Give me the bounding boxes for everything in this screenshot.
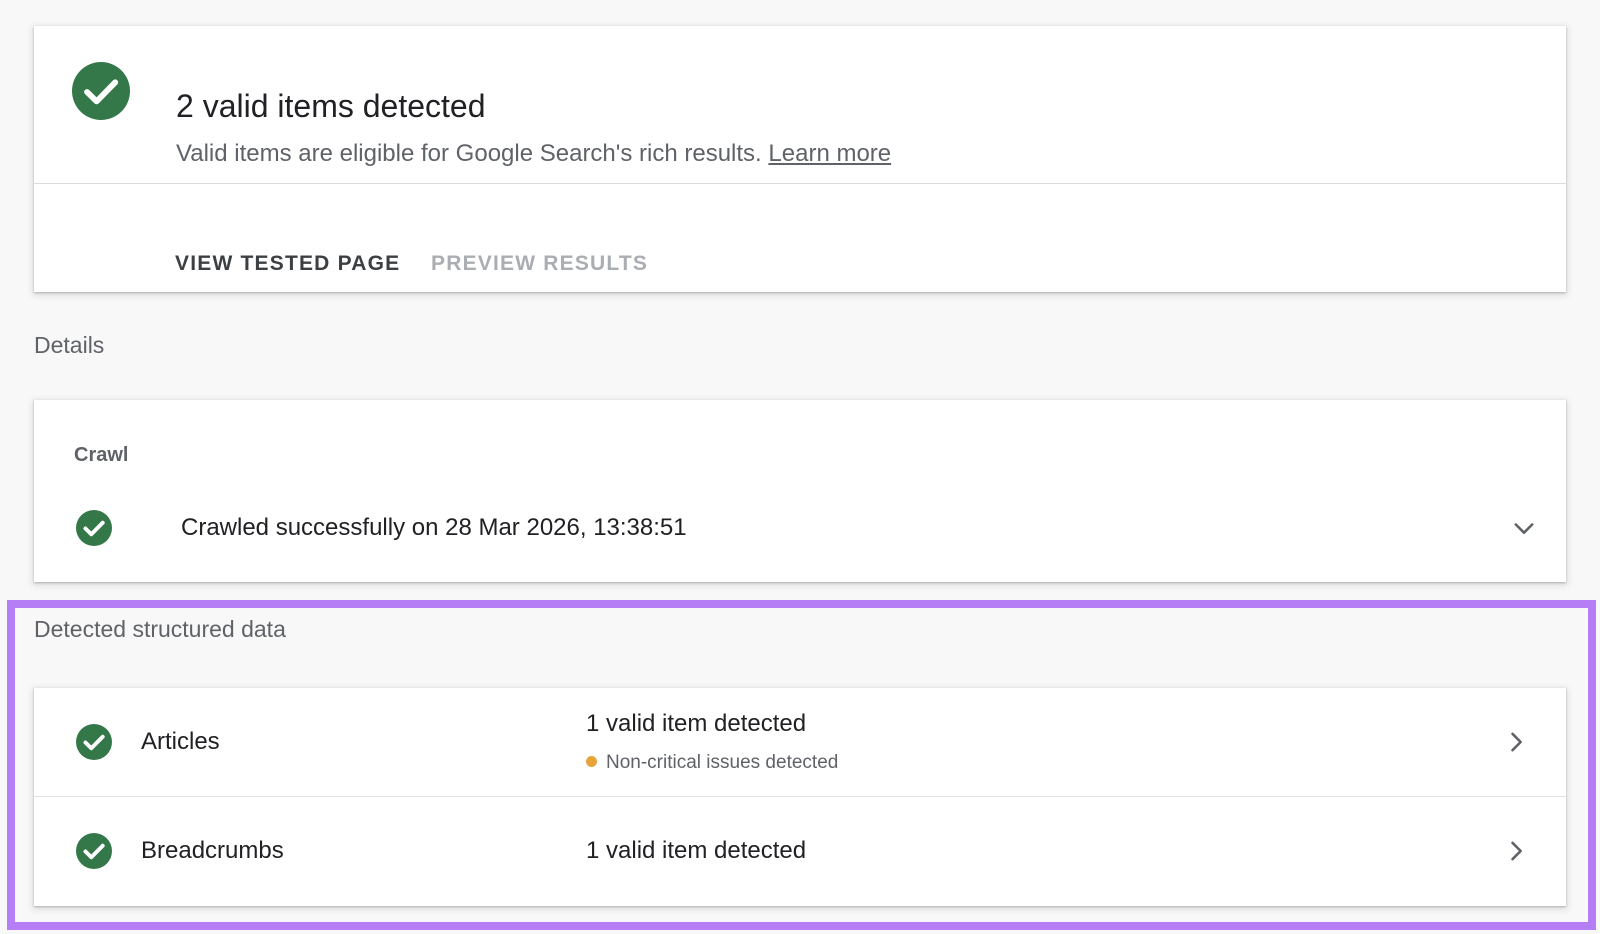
valid-item-count: 1 valid item detected <box>586 837 807 864</box>
crawl-card: Crawl Crawled successfully on 28 Mar 202… <box>34 400 1566 582</box>
view-tested-page-button[interactable]: VIEW TESTED PAGE <box>175 250 400 278</box>
issue-text: Non-critical issues detected <box>606 752 839 773</box>
summary-headline: 2 valid items detected <box>176 88 486 124</box>
summary-subtext: Valid items are eligible for Google Sear… <box>176 139 891 169</box>
warning-dot-icon <box>586 756 597 767</box>
check-circle-icon <box>76 724 112 760</box>
chevron-right-icon[interactable] <box>1502 837 1530 865</box>
structured-data-row-breadcrumbs[interactable]: Breadcrumbs 1 valid item detected <box>34 797 1566 906</box>
details-label: Details <box>34 332 105 358</box>
check-circle-icon <box>76 833 112 869</box>
chevron-down-icon[interactable] <box>1510 514 1538 542</box>
structured-data-label: Detected structured data <box>34 616 286 642</box>
issue-status: Non-critical issues detected <box>586 750 838 776</box>
structured-data-row-articles[interactable]: Articles 1 valid item detected Non-criti… <box>34 688 1566 797</box>
valid-item-count: 1 valid item detected <box>586 710 807 737</box>
crawl-status-row[interactable]: Crawled successfully on 28 Mar 2026, 13:… <box>74 508 1534 548</box>
check-circle-icon <box>72 62 130 120</box>
crawl-status-text: Crawled successfully on 28 Mar 2026, 13:… <box>181 514 687 541</box>
learn-more-link[interactable]: Learn more <box>768 140 891 167</box>
check-circle-icon <box>76 510 112 546</box>
structured-data-type: Breadcrumbs <box>141 837 284 864</box>
summary-card: 2 valid items detected Valid items are e… <box>34 26 1566 292</box>
structured-data-type: Articles <box>141 728 220 755</box>
chevron-right-icon[interactable] <box>1502 728 1530 756</box>
rich-results-test-page: 2 valid items detected Valid items are e… <box>0 0 1600 934</box>
summary-description: Valid items are eligible for Google Sear… <box>176 140 762 167</box>
crawl-title: Crawl <box>74 444 129 466</box>
preview-results-button[interactable]: PREVIEW RESULTS <box>431 250 648 278</box>
summary-divider <box>34 183 1566 184</box>
structured-data-card: Articles 1 valid item detected Non-criti… <box>34 688 1566 906</box>
